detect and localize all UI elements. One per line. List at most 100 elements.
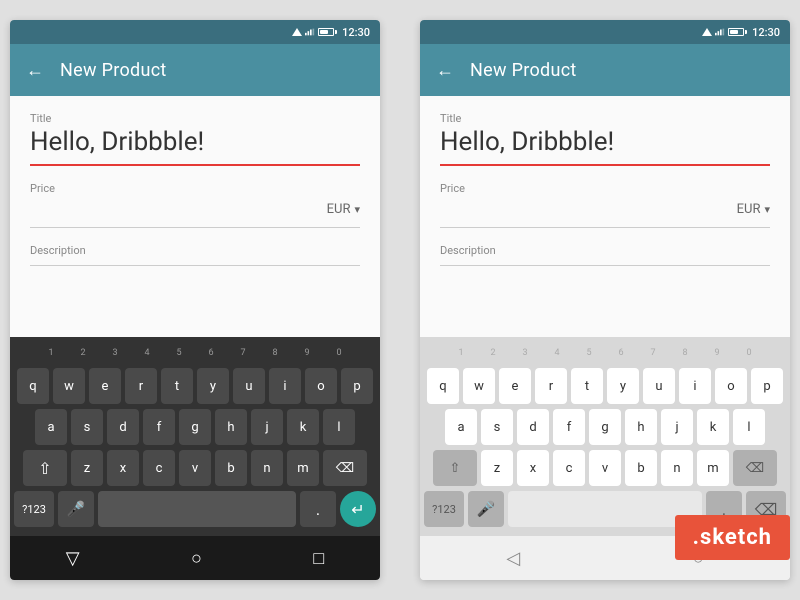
key-num-2[interactable]: 2	[68, 343, 98, 363]
key-u[interactable]: u	[233, 368, 265, 404]
key-c[interactable]: c	[143, 450, 175, 486]
key-p[interactable]: p	[341, 368, 373, 404]
title-label: Title	[30, 112, 360, 125]
key-symbols-light[interactable]: ?123	[424, 491, 464, 527]
key-x-light[interactable]: x	[517, 450, 549, 486]
key-num-9-light[interactable]: 9	[702, 343, 732, 363]
key-h[interactable]: h	[215, 409, 247, 445]
key-y-light[interactable]: y	[607, 368, 639, 404]
key-r-light[interactable]: r	[535, 368, 567, 404]
key-num-6-light[interactable]: 6	[606, 343, 636, 363]
key-num-1-light[interactable]: 1	[446, 343, 476, 363]
price-value-light[interactable]	[440, 199, 729, 219]
key-b-light[interactable]: b	[625, 450, 657, 486]
key-s[interactable]: s	[71, 409, 103, 445]
nav-home-dark[interactable]: ○	[191, 548, 202, 569]
key-q-light[interactable]: q	[427, 368, 459, 404]
key-a-light[interactable]: a	[445, 409, 477, 445]
key-m[interactable]: m	[287, 450, 319, 486]
key-c-light[interactable]: c	[553, 450, 585, 486]
key-symbols-dark[interactable]: ?123	[14, 491, 54, 527]
price-value[interactable]	[30, 199, 319, 219]
key-space-dark[interactable]	[98, 491, 296, 527]
key-j-light[interactable]: j	[661, 409, 693, 445]
title-value-light[interactable]: Hello, Dribbble!	[440, 127, 770, 162]
key-num-4[interactable]: 4	[132, 343, 162, 363]
nav-back-dark[interactable]: ▽	[66, 548, 80, 569]
key-num-4-light[interactable]: 4	[542, 343, 572, 363]
key-x[interactable]: x	[107, 450, 139, 486]
key-q[interactable]: q	[17, 368, 49, 404]
nav-back-light[interactable]: ◁	[506, 548, 520, 569]
key-num-0[interactable]: 0	[324, 343, 354, 363]
key-period-dark[interactable]: .	[300, 491, 336, 527]
key-mic-dark[interactable]: 🎤	[58, 491, 94, 527]
key-t[interactable]: t	[161, 368, 193, 404]
nav-recent-dark[interactable]: □	[313, 548, 324, 569]
key-num-6[interactable]: 6	[196, 343, 226, 363]
key-f[interactable]: f	[143, 409, 175, 445]
key-i[interactable]: i	[269, 368, 301, 404]
key-e-light[interactable]: e	[499, 368, 531, 404]
key-n-light[interactable]: n	[661, 450, 693, 486]
status-time-light: 12:30	[752, 26, 780, 39]
key-num-8[interactable]: 8	[260, 343, 290, 363]
key-h-light[interactable]: h	[625, 409, 657, 445]
key-mic-light[interactable]: 🎤	[468, 491, 504, 527]
key-num-3-light[interactable]: 3	[510, 343, 540, 363]
key-delete-light[interactable]: ⌫	[733, 450, 777, 486]
key-z-light[interactable]: z	[481, 450, 513, 486]
key-y[interactable]: y	[197, 368, 229, 404]
key-t-light[interactable]: t	[571, 368, 603, 404]
key-e[interactable]: e	[89, 368, 121, 404]
key-k-light[interactable]: k	[697, 409, 729, 445]
key-w-light[interactable]: w	[463, 368, 495, 404]
key-num-8-light[interactable]: 8	[670, 343, 700, 363]
key-m-light[interactable]: m	[697, 450, 729, 486]
key-k[interactable]: k	[287, 409, 319, 445]
key-u-light[interactable]: u	[643, 368, 675, 404]
key-z[interactable]: z	[71, 450, 103, 486]
key-g[interactable]: g	[179, 409, 211, 445]
key-num-7-light[interactable]: 7	[638, 343, 668, 363]
key-l-light[interactable]: l	[733, 409, 765, 445]
key-i-light[interactable]: i	[679, 368, 711, 404]
key-w[interactable]: w	[53, 368, 85, 404]
key-num-2-light[interactable]: 2	[478, 343, 508, 363]
currency-wrapper-light[interactable]: EUR ▾	[737, 202, 770, 219]
key-b[interactable]: b	[215, 450, 247, 486]
key-s-light[interactable]: s	[481, 409, 513, 445]
key-shift-dark[interactable]: ⇧	[23, 450, 67, 486]
key-v[interactable]: v	[179, 450, 211, 486]
key-a[interactable]: a	[35, 409, 67, 445]
key-num-5[interactable]: 5	[164, 343, 194, 363]
key-d[interactable]: d	[107, 409, 139, 445]
currency-dropdown-arrow[interactable]: ▾	[354, 203, 360, 216]
key-num-5-light[interactable]: 5	[574, 343, 604, 363]
key-shift-light[interactable]: ⇧	[433, 450, 477, 486]
key-space-light[interactable]	[508, 491, 702, 527]
key-delete-dark[interactable]: ⌫	[323, 450, 367, 486]
key-enter-dark[interactable]: ↵	[340, 491, 376, 527]
key-v-light[interactable]: v	[589, 450, 621, 486]
key-num-7[interactable]: 7	[228, 343, 258, 363]
title-value[interactable]: Hello, Dribbble!	[30, 127, 360, 162]
key-num-1[interactable]: 1	[36, 343, 66, 363]
currency-dropdown-arrow-light[interactable]: ▾	[764, 203, 770, 216]
key-o[interactable]: o	[305, 368, 337, 404]
key-n[interactable]: n	[251, 450, 283, 486]
key-num-0-light[interactable]: 0	[734, 343, 764, 363]
key-j[interactable]: j	[251, 409, 283, 445]
key-g-light[interactable]: g	[589, 409, 621, 445]
key-o-light[interactable]: o	[715, 368, 747, 404]
key-num-3[interactable]: 3	[100, 343, 130, 363]
key-l[interactable]: l	[323, 409, 355, 445]
key-f-light[interactable]: f	[553, 409, 585, 445]
key-num-9[interactable]: 9	[292, 343, 322, 363]
key-d-light[interactable]: d	[517, 409, 549, 445]
currency-wrapper[interactable]: EUR ▾	[327, 202, 360, 219]
back-button-light[interactable]: ←	[436, 60, 454, 81]
key-r[interactable]: r	[125, 368, 157, 404]
back-button-dark[interactable]: ←	[26, 60, 44, 81]
key-p-light[interactable]: p	[751, 368, 783, 404]
